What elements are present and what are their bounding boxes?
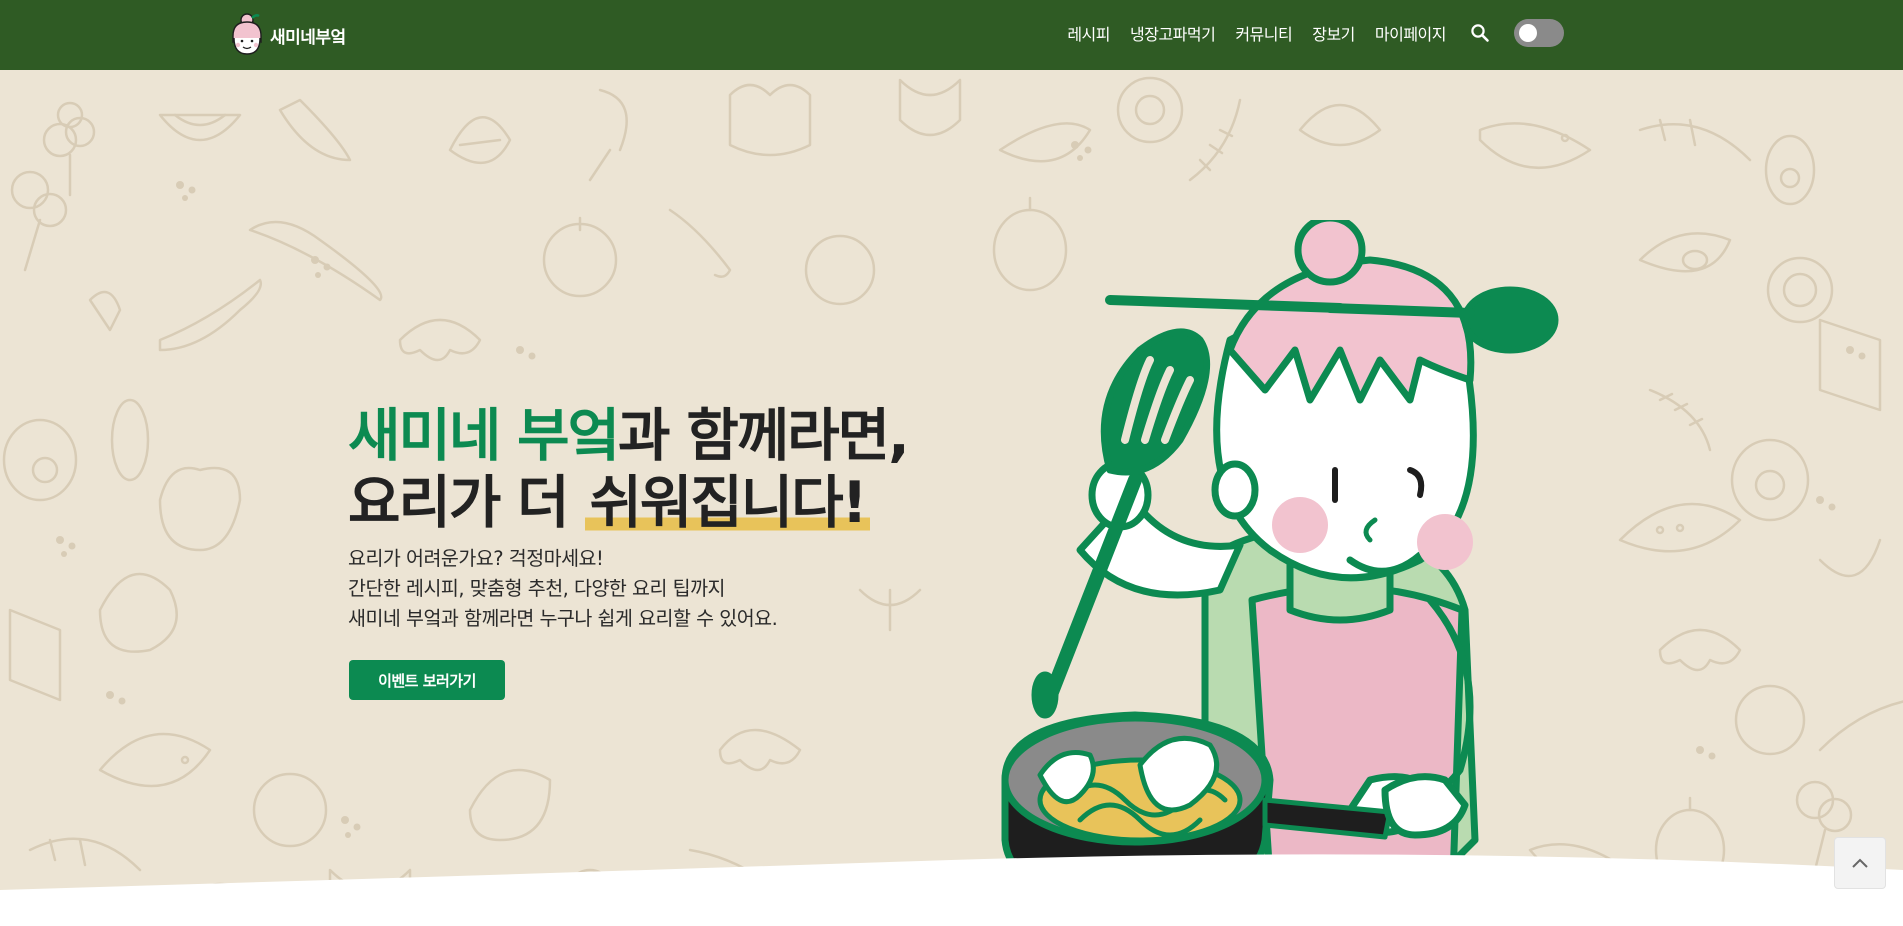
top-navbar: 새미네부엌 레시피 냉장고파먹기 커뮤니티 장보기 마이페이지 [0, 0, 1903, 70]
description-line-3: 새미네 부엌과 함께라면 누구나 쉽게 요리할 수 있어요. [348, 607, 778, 630]
theme-toggle[interactable] [1514, 19, 1564, 47]
main-nav: 레시피 냉장고파먹기 커뮤니티 장보기 마이페이지 [1047, 0, 1564, 66]
nav-item-community[interactable]: 커뮤니티 [1235, 21, 1292, 45]
hero-section: 새미네 부엌과 함께라면, 요리가 더 쉬워집니다! 요리가 어려운가요? 걱정… [0, 70, 1903, 926]
hero-headline: 새미네 부엌과 함께라면, 요리가 더 쉬워집니다! [348, 403, 910, 537]
toggle-knob [1519, 24, 1537, 42]
search-button[interactable] [1470, 23, 1490, 43]
hero-description: 요리가 어려운가요? 걱정마세요! 간단한 레시피, 맞춤형 추천, 다양한 요… [348, 544, 778, 634]
headline-line1-rest: 과 함께라면, [618, 403, 910, 469]
description-line-1: 요리가 어려운가요? 걱정마세요! [348, 547, 604, 570]
nav-item-recipe[interactable]: 레시피 [1067, 21, 1110, 45]
nav-item-shopping[interactable]: 장보기 [1312, 21, 1355, 45]
hero-bottom-wave [0, 854, 1903, 926]
description-line-2: 간단한 레시피, 맞춤형 추천, 다양한 요리 팁까지 [348, 577, 725, 600]
scroll-to-top-button[interactable] [1834, 837, 1886, 889]
chevron-up-icon [1852, 858, 1868, 868]
brand-name: 새미네부엌 [270, 27, 346, 48]
food-doodle-pattern [2, 76, 1903, 926]
event-button[interactable]: 이벤트 보러가기 [349, 660, 505, 700]
nav-item-fridge[interactable]: 냉장고파먹기 [1130, 21, 1216, 45]
headline-line2-start: 요리가 더 [348, 470, 586, 536]
chef-girl-cooking-illustration [990, 220, 1559, 926]
headline-highlight: 쉬워집니다! [585, 470, 870, 536]
search-icon [1471, 24, 1489, 42]
nav-item-mypage[interactable]: 마이페이지 [1375, 21, 1447, 45]
chef-girl-logo-icon [232, 13, 262, 55]
headline-brand: 새미네 부엌 [348, 403, 620, 469]
brand-logo[interactable]: 새미네부엌 [230, 8, 346, 62]
